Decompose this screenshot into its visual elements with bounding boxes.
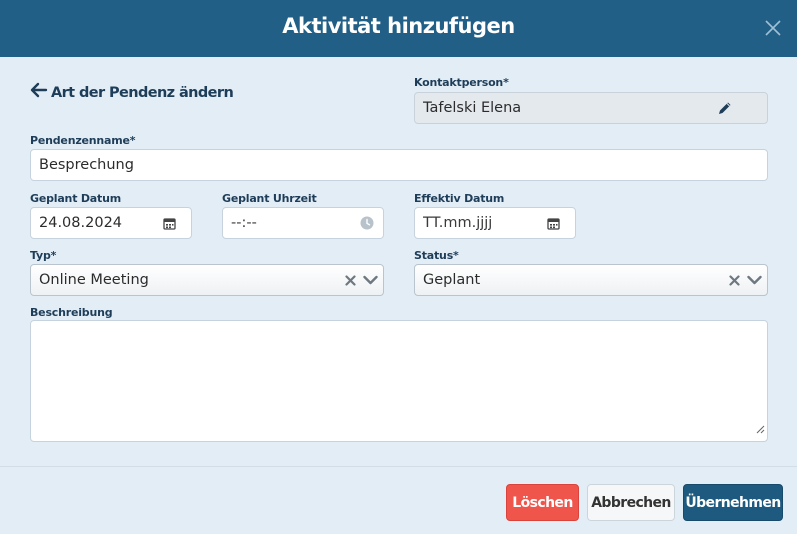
description-label: Beschreibung — [30, 306, 113, 319]
contact-label: Kontaktperson* — [414, 76, 509, 89]
close-icon[interactable] — [763, 18, 783, 38]
arrow-left-icon — [30, 82, 48, 103]
status-select[interactable]: Geplant — [414, 264, 768, 296]
task-name-label: Pendenzenname* — [30, 134, 136, 147]
resize-handle-icon[interactable] — [756, 421, 765, 439]
description-textarea[interactable] — [30, 320, 768, 442]
apply-button[interactable]: Übernehmen — [683, 484, 783, 521]
calendar-icon[interactable] — [160, 214, 178, 232]
task-name-value: Besprechung — [39, 157, 134, 173]
cancel-button[interactable]: Abbrechen — [587, 484, 675, 521]
type-select[interactable]: Online Meeting — [30, 264, 384, 296]
dialog-header: Aktivität hinzufügen — [0, 0, 797, 57]
delete-button[interactable]: Löschen — [506, 484, 579, 521]
pencil-icon[interactable] — [714, 97, 736, 119]
task-name-input[interactable]: Besprechung — [30, 149, 768, 181]
type-value: Online Meeting — [39, 272, 149, 288]
chevron-down-icon[interactable] — [744, 271, 764, 289]
chevron-down-icon[interactable] — [360, 271, 380, 289]
dialog-title: Aktivität hinzufügen — [282, 14, 515, 38]
add-activity-dialog: Aktivität hinzufügen Art der Pendenz änd… — [0, 0, 797, 534]
planned-time-label: Geplant Uhrzeit — [222, 192, 317, 205]
footer-divider — [0, 466, 797, 467]
effective-date-label: Effektiv Datum — [414, 192, 505, 205]
status-label: Status* — [414, 249, 459, 262]
change-task-type-label: Art der Pendenz ändern — [51, 84, 234, 101]
change-task-type-link[interactable]: Art der Pendenz ändern — [30, 82, 234, 103]
clear-x-icon[interactable] — [725, 271, 743, 289]
type-label: Typ* — [30, 249, 57, 262]
calendar-icon[interactable] — [544, 214, 562, 232]
clock-icon[interactable] — [358, 214, 376, 232]
planned-date-label: Geplant Datum — [30, 192, 121, 205]
clear-x-icon[interactable] — [341, 271, 359, 289]
status-value: Geplant — [423, 272, 481, 288]
